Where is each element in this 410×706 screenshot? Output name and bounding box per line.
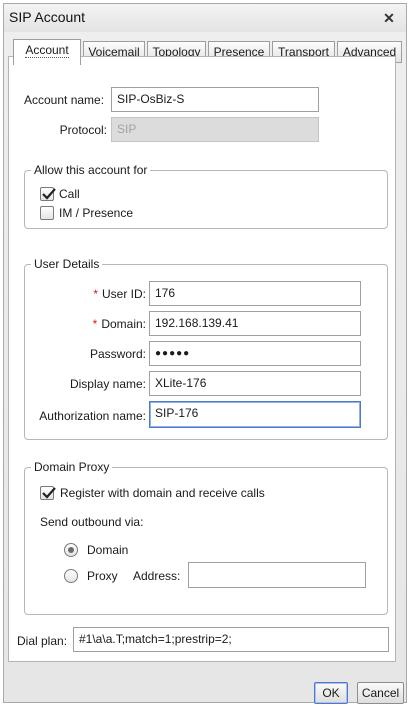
password-input[interactable]: ●●●●● <box>149 341 361 366</box>
tab-account-label: Account <box>25 43 69 58</box>
user-id-label-text: User ID: <box>101 287 146 301</box>
proxy-address-input[interactable] <box>188 562 366 588</box>
radio-selected-dot <box>68 547 74 553</box>
domain-label: * Domain: <box>30 317 146 331</box>
im-presence-checkbox[interactable] <box>40 206 54 220</box>
authorization-name-input[interactable]: SIP-176 <box>149 401 361 428</box>
authorization-name-label: Authorization name: <box>39 409 146 423</box>
domain-proxy-legend: Domain Proxy <box>31 460 113 474</box>
domain-radio[interactable] <box>64 543 78 557</box>
display-name-input[interactable]: XLite-176 <box>149 371 361 396</box>
account-name-input[interactable]: SIP-OsBiz-S <box>111 87 319 112</box>
proxy-radio-label: Proxy <box>87 569 118 583</box>
user-id-input[interactable]: 176 <box>149 281 361 306</box>
cancel-button[interactable]: Cancel <box>357 682 404 704</box>
password-label: Password: <box>89 347 146 361</box>
user-details-legend: User Details <box>31 257 103 271</box>
required-marker: * <box>93 287 98 301</box>
call-checkbox[interactable] <box>40 187 56 201</box>
display-name-label: Display name: <box>69 377 146 391</box>
send-outbound-label: Send outbound via: <box>40 515 144 529</box>
close-icon[interactable]: ✕ <box>378 7 400 29</box>
im-presence-label: IM / Presence <box>59 206 134 220</box>
call-label: Call <box>59 187 80 201</box>
tab-account[interactable]: Account <box>13 39 81 65</box>
account-name-label: Account name: <box>24 93 105 107</box>
allow-account-legend: Allow this account for <box>31 163 151 177</box>
title-bar[interactable]: SIP Account ✕ <box>4 4 406 32</box>
checkmark-icon <box>42 487 56 499</box>
register-domain-label: Register with domain and receive calls <box>60 486 265 500</box>
protocol-label: Protocol: <box>59 123 107 137</box>
checkmark-icon <box>42 188 56 200</box>
dial-plan-input[interactable]: #1\a\a.T;match=1;prestrip=2; <box>73 627 389 652</box>
proxy-radio[interactable] <box>64 569 78 583</box>
required-marker: * <box>92 317 98 331</box>
register-domain-checkbox[interactable] <box>40 486 56 500</box>
window-title: SIP Account <box>9 9 86 25</box>
user-id-label: * User ID: <box>30 287 146 301</box>
domain-input[interactable]: 192.168.139.41 <box>149 311 361 336</box>
address-label: Address: <box>133 569 181 583</box>
domain-radio-label: Domain <box>87 543 129 557</box>
ok-button[interactable]: OK <box>314 682 348 704</box>
domain-label-text: Domain: <box>101 317 146 331</box>
dial-plan-label: Dial plan: <box>17 634 68 648</box>
protocol-field: SIP <box>111 117 319 142</box>
